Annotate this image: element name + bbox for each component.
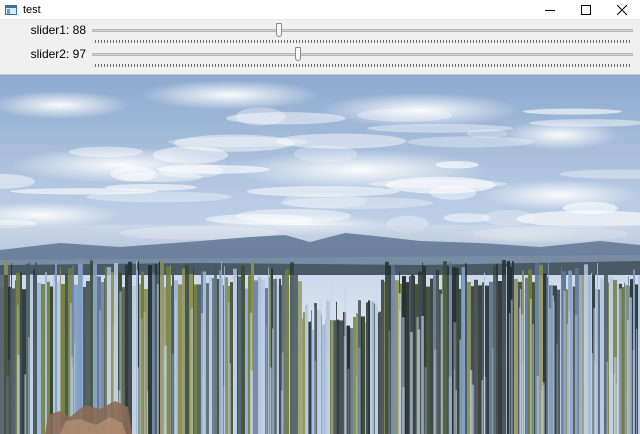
slider2-thumb[interactable] xyxy=(294,47,301,61)
app-window-icon xyxy=(5,4,17,16)
output-image xyxy=(0,75,640,434)
trackbar-panel: slider1: 88 slider2: 97 xyxy=(0,20,640,75)
slider2-ticks xyxy=(95,64,632,67)
slider1-ticks xyxy=(95,40,632,43)
minimize-icon xyxy=(545,9,555,11)
maximize-icon xyxy=(581,4,591,15)
trackbar-slider1: slider1: 88 xyxy=(0,21,640,46)
window-titlebar[interactable]: test xyxy=(0,0,640,20)
minimize-button[interactable] xyxy=(532,0,568,20)
slider1-label: slider1: 88 xyxy=(30,23,86,37)
slider1-track[interactable] xyxy=(92,29,633,32)
trackbar-slider2: slider2: 97 xyxy=(0,45,640,70)
glitched-landscape-image xyxy=(0,75,640,434)
maximize-button[interactable] xyxy=(568,0,604,20)
close-button[interactable] xyxy=(604,0,640,20)
slider2-label: slider2: 97 xyxy=(30,47,86,61)
close-icon xyxy=(617,4,627,15)
window-title: test xyxy=(23,3,41,16)
slider2-track[interactable] xyxy=(92,53,633,56)
slider1-thumb[interactable] xyxy=(275,23,282,37)
